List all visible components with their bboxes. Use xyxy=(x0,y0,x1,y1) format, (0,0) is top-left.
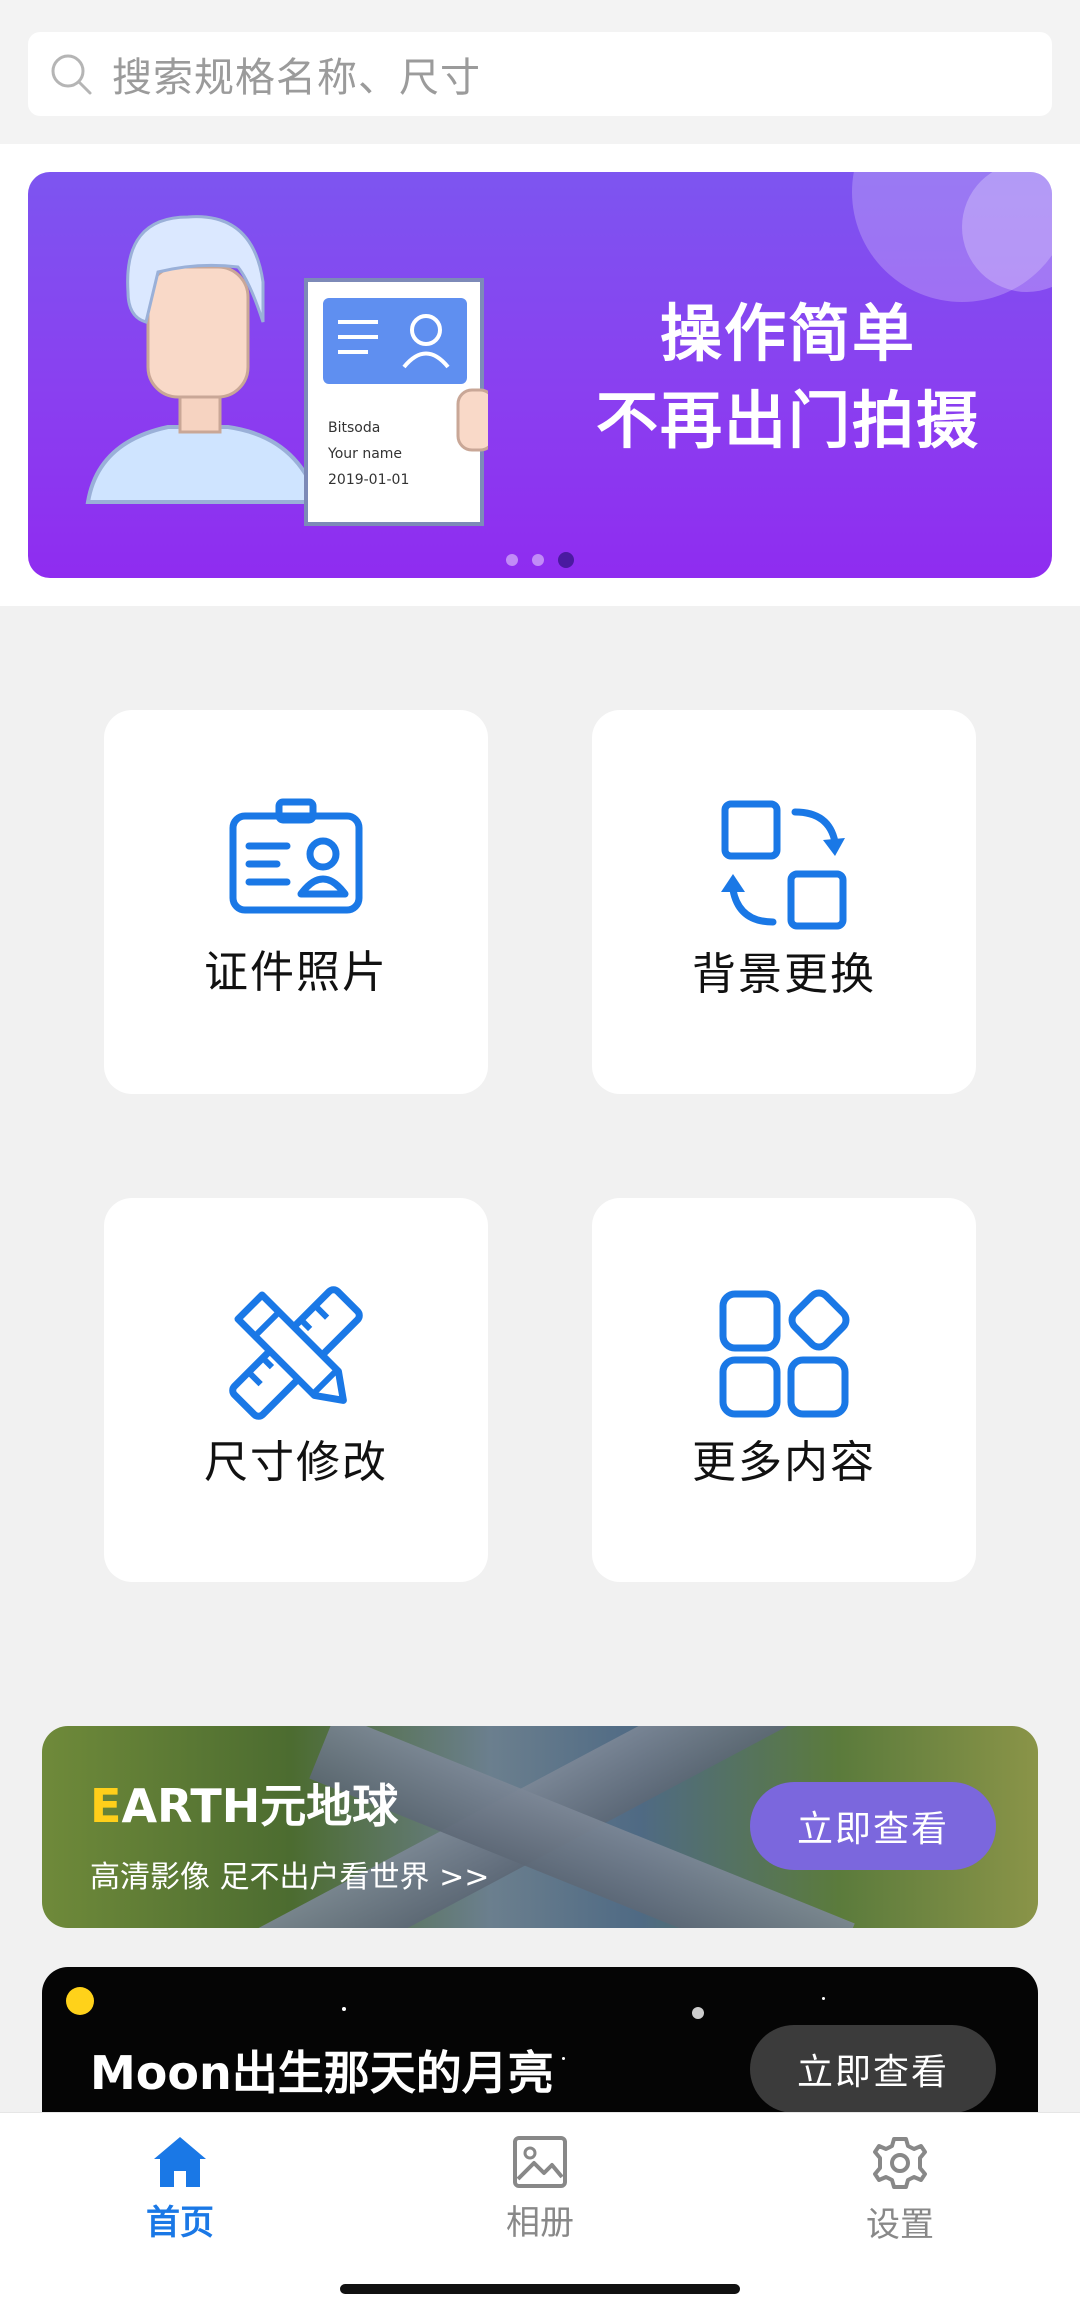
banner-line-1: 操作简单 xyxy=(659,297,916,370)
pagination-dot[interactable] xyxy=(532,554,544,566)
promo-banner[interactable]: Bitsoda Your name 2019-01-01 操作简单 不再出门拍摄 xyxy=(28,172,1052,578)
feature-size-edit[interactable]: 尺寸修改 xyxy=(104,1198,488,1582)
feature-label: 尺寸修改 xyxy=(204,1437,388,1488)
ruler-pencil-icon xyxy=(229,1286,363,1420)
nav-home[interactable]: 首页 xyxy=(80,2135,280,2244)
gear-icon xyxy=(873,2137,927,2189)
moon-view-button[interactable]: 立即查看 xyxy=(750,2025,996,2113)
earth-title: EARTH元地球 xyxy=(90,1779,399,1833)
banner-area: Bitsoda Your name 2019-01-01 操作简单 不再出门拍摄 xyxy=(0,144,1080,606)
earth-promo-card[interactable]: EARTH元地球 高清影像 足不出户看世界 >> 立即查看 xyxy=(42,1726,1038,1928)
home-indicator[interactable] xyxy=(340,2284,740,2294)
nav-settings[interactable]: 设置 xyxy=(800,2135,1000,2246)
nav-label: 首页 xyxy=(146,2203,214,2243)
banner-headline: 操作简单 不再出门拍摄 xyxy=(548,292,1028,466)
search-area: 搜索规格名称、尺寸 xyxy=(0,0,1080,144)
home-icon xyxy=(154,2137,206,2187)
earth-subtitle: 高清影像 足不出户看世界 >> xyxy=(90,1860,490,1895)
pagination-dot-active[interactable] xyxy=(558,552,574,568)
apps-grid-icon xyxy=(719,1289,850,1418)
search-input[interactable]: 搜索规格名称、尺寸 xyxy=(28,32,1052,116)
banner-line-2: 不再出门拍摄 xyxy=(595,384,980,457)
card-brand: Bitsoda xyxy=(328,420,381,436)
nav-label: 相册 xyxy=(506,2203,574,2243)
search-icon xyxy=(51,54,92,95)
card-date: 2019-01-01 xyxy=(328,472,410,488)
star-decoration xyxy=(342,2007,346,2011)
star-decoration xyxy=(562,2057,565,2060)
star-decoration xyxy=(822,1997,825,2000)
star-decoration xyxy=(692,2007,704,2019)
image-icon xyxy=(513,2136,567,2188)
card-name: Your name xyxy=(328,446,403,462)
feature-more[interactable]: 更多内容 xyxy=(592,1198,976,1582)
search-placeholder: 搜索规格名称、尺寸 xyxy=(112,55,481,101)
moon-title: Moon出生那天的月亮 xyxy=(90,2046,554,2100)
feature-label: 更多内容 xyxy=(692,1437,876,1488)
nav-label: 设置 xyxy=(866,2205,934,2245)
feature-label: 证件照片 xyxy=(204,947,388,998)
banner-illustration xyxy=(85,215,488,526)
nav-album[interactable]: 相册 xyxy=(440,2135,640,2244)
earth-view-button[interactable]: 立即查看 xyxy=(750,1782,996,1870)
id-card-icon xyxy=(229,798,363,914)
pagination-dot[interactable] xyxy=(506,554,518,566)
banner-pagination xyxy=(28,552,1052,568)
bottom-navigation: 首页 相册 设置 xyxy=(0,2112,1080,2312)
moon-icon xyxy=(66,1987,94,2015)
feature-background-change[interactable]: 背景更换 xyxy=(592,710,976,1094)
feature-label: 背景更换 xyxy=(692,949,876,1000)
swap-icon xyxy=(721,800,847,930)
feature-id-photo[interactable]: 证件照片 xyxy=(104,710,488,1094)
